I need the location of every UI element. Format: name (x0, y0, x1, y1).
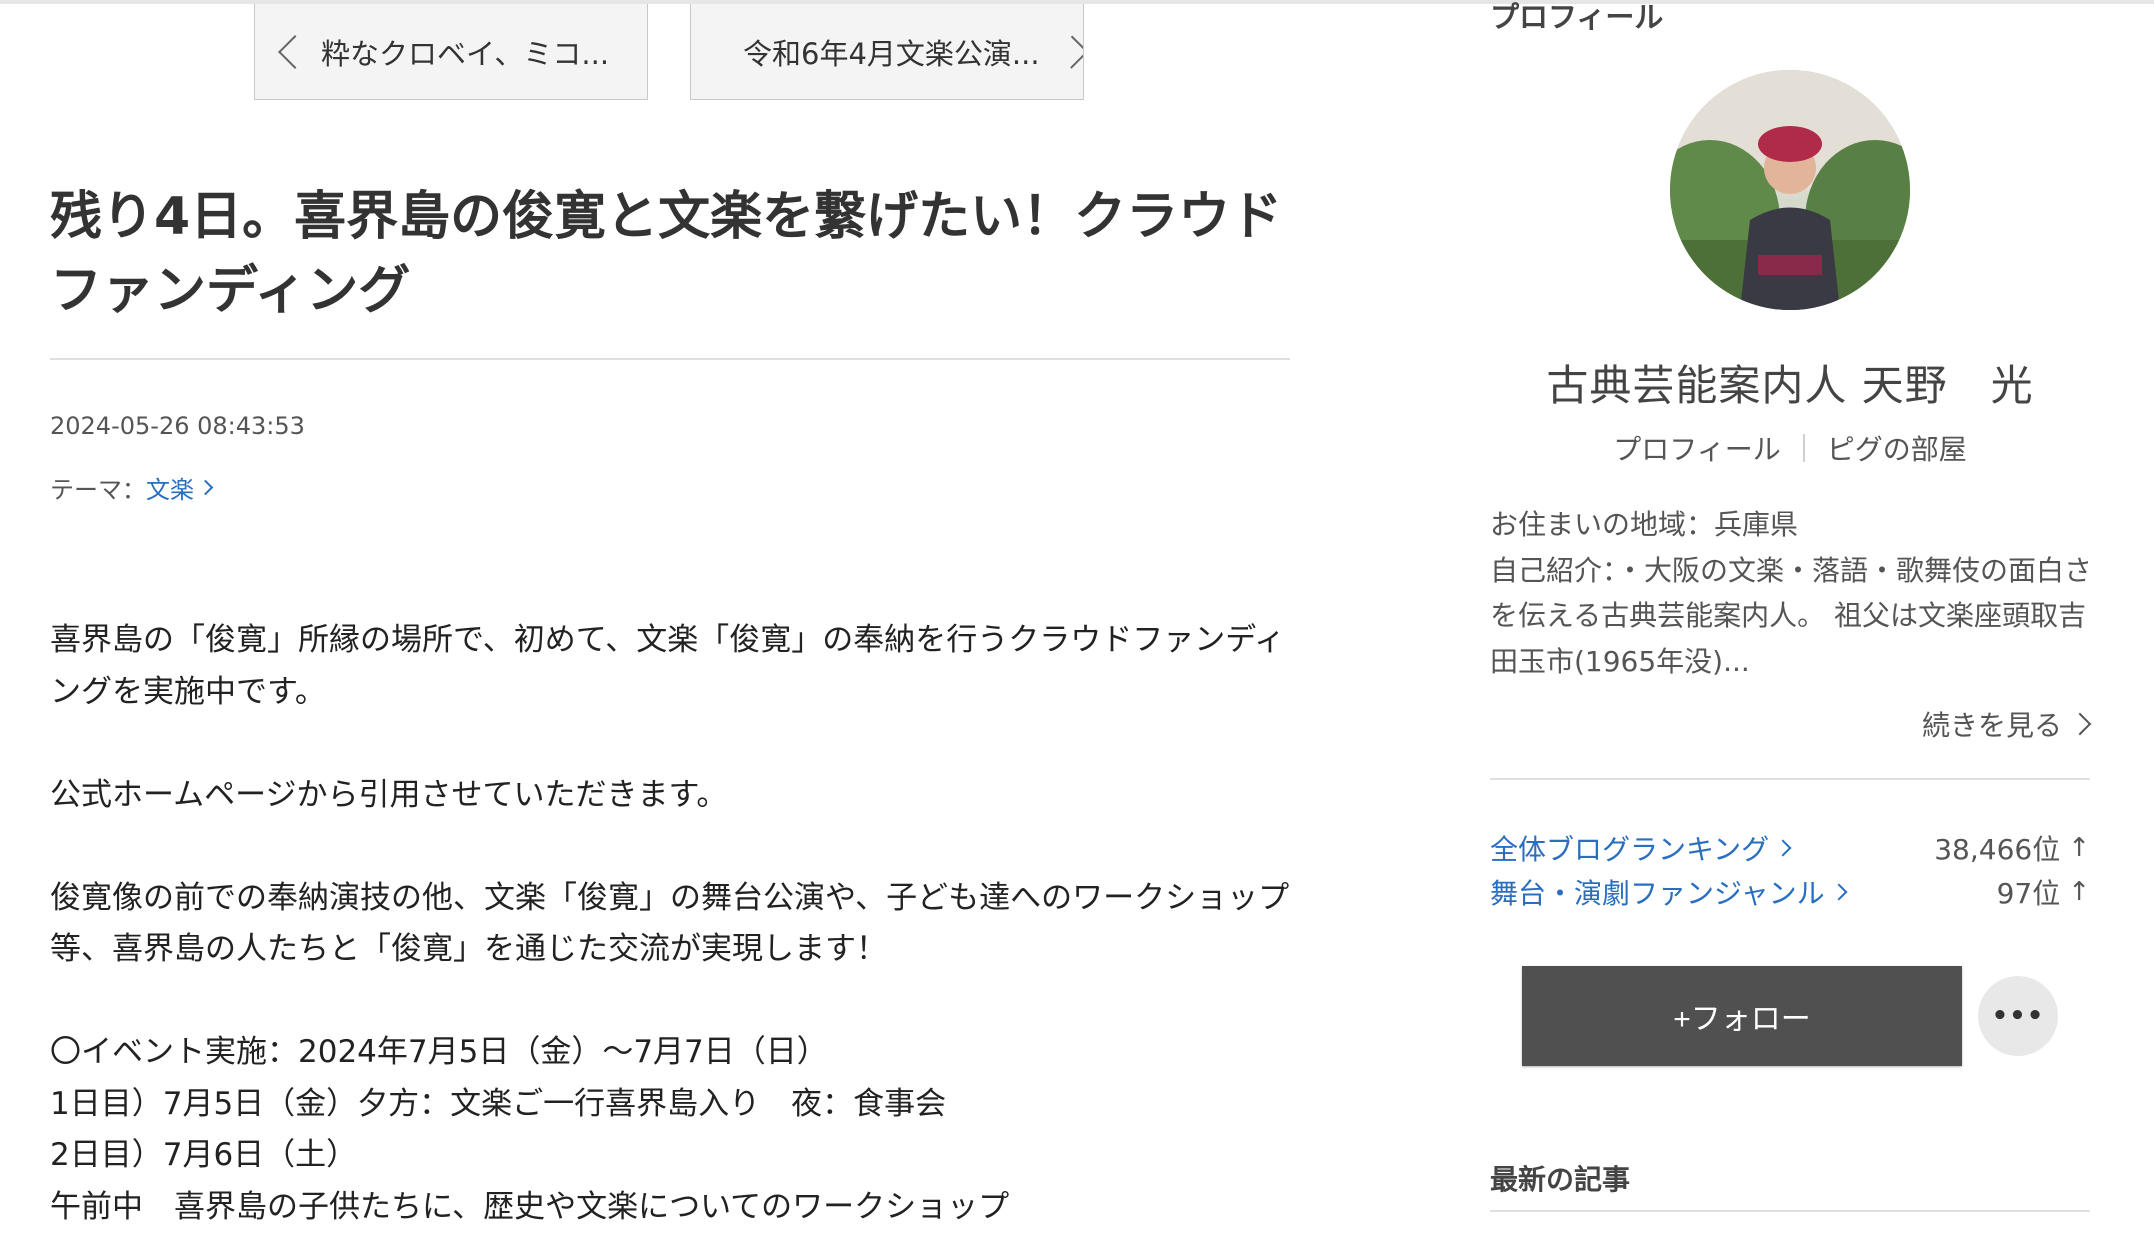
article-body: 喜界島の「俊寛」所縁の場所で、初めて、文楽「俊寛」の奉納を行うクラウドファンディ… (50, 615, 1290, 1233)
read-more-label: 続きを見る (1922, 704, 2062, 744)
latest-divider (1490, 1210, 2090, 1212)
profile-heading: プロフィール (1490, 0, 1663, 36)
profile-info: お住まいの地域：兵庫県 自己紹介：・大阪の文楽・落語・歌舞伎の面白さを伝える古典… (1490, 502, 2100, 684)
theme-link[interactable]: 文楽 (146, 470, 211, 505)
genre-ranking-link[interactable]: 舞台・演劇ファンジャンル (1490, 872, 1845, 912)
ranking-number: 38,466位 (1934, 828, 2060, 868)
pigg-room-link[interactable]: ピグの部屋 (1827, 428, 1967, 468)
article-date: 2024-05-26 08:43:53 (50, 412, 305, 440)
next-article-button[interactable]: 令和6年4月文楽公演... (690, 4, 1084, 100)
chevron-right-icon (1830, 884, 1847, 901)
more-options-icon[interactable]: ••• (1978, 976, 2058, 1056)
read-more-link[interactable]: 続きを見る (1922, 704, 2088, 744)
ranking-value: 38,466位 ↑ (1934, 828, 2090, 868)
ranking-value: 97位 ↑ (1997, 872, 2090, 912)
body-paragraph: 俊寛像の前での奉納演技の他、文楽「俊寛」の舞台公演や、子ども達へのワークショップ… (50, 873, 1290, 976)
paragraph-gap (50, 821, 1290, 873)
latest-articles-heading: 最新の記事 (1490, 1158, 1630, 1198)
paragraph-gap (50, 718, 1290, 770)
ranking-number: 97位 (1997, 872, 2061, 912)
ranking-row-genre: 舞台・演劇ファンジャンル 97位 ↑ (1490, 872, 2090, 912)
arrow-up-icon: ↑ (2068, 833, 2090, 863)
body-paragraph: 〇イベント実施：2024年7月5日（金）〜7月7日（日） (50, 1027, 1290, 1079)
prev-article-button[interactable]: 粋なクロベイ、ミコ... (254, 4, 648, 100)
arrow-up-icon: ↑ (2068, 877, 2090, 907)
link-divider (1803, 434, 1805, 462)
body-paragraph: 2日目）7月6日（土） (50, 1130, 1290, 1182)
profile-intro: 自己紹介：・大阪の文楽・落語・歌舞伎の面白さを伝える古典芸能案内人。 祖父は文楽… (1490, 548, 2100, 685)
next-article-label: 令和6年4月文楽公演... (743, 31, 1040, 73)
profile-link[interactable]: プロフィール (1613, 428, 1780, 468)
body-paragraph: 公式ホームページから引用させていただきます。 (50, 770, 1290, 822)
ranking-label: 全体ブログランキング (1490, 828, 1769, 868)
profile-name[interactable]: 古典芸能案内人 天野 光 (1490, 352, 2090, 413)
chevron-right-icon (1055, 35, 1084, 69)
profile-links: プロフィール ピグの部屋 (1490, 428, 2090, 468)
avatar-image (1670, 70, 1910, 310)
title-divider (50, 358, 1290, 360)
article-title: 残り4日。喜界島の俊寛と文楽を繋げたい！クラウドファンディング (50, 180, 1290, 328)
article-theme: テーマ： 文楽 (50, 470, 211, 505)
prev-article-label: 粋なクロベイ、ミコ... (321, 31, 609, 73)
chevron-right-icon (2069, 713, 2092, 736)
chevron-right-icon (198, 480, 214, 496)
body-paragraph: 1日目）7月5日（金）夕方：文楽ご一行喜界島入り 夜：食事会 (50, 1079, 1290, 1131)
chevron-left-icon (278, 35, 312, 69)
theme-prefix: テーマ： (50, 470, 146, 505)
chevron-right-icon (1775, 840, 1792, 857)
avatar[interactable] (1670, 70, 1910, 310)
follow-button[interactable]: +フォロー (1522, 966, 1962, 1066)
profile-residence: お住まいの地域：兵庫県 (1490, 502, 2100, 548)
body-paragraph: 午前中 喜界島の子供たちに、歴史や文楽についてのワークショップ (50, 1182, 1290, 1233)
body-paragraph: 喜界島の「俊寛」所縁の場所で、初めて、文楽「俊寛」の奉納を行うクラウドファンディ… (50, 615, 1290, 718)
ranking-label: 舞台・演劇ファンジャンル (1490, 872, 1825, 912)
ranking-row-overall: 全体ブログランキング 38,466位 ↑ (1490, 828, 2090, 868)
paragraph-gap (50, 976, 1290, 1028)
overall-ranking-link[interactable]: 全体ブログランキング (1490, 828, 1789, 868)
sidebar-divider (1490, 778, 2090, 780)
theme-link-label: 文楽 (146, 470, 194, 505)
